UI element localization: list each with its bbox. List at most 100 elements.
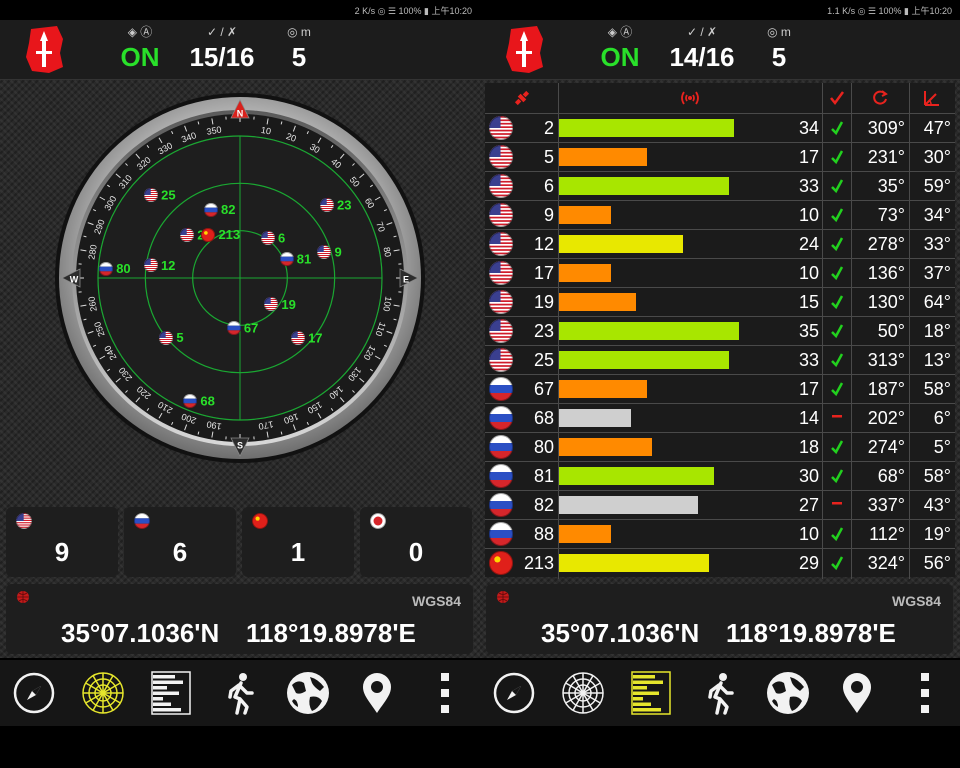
screen-bottom-edge (480, 726, 960, 768)
table-row[interactable]: 19 15 130° 64° (485, 287, 955, 316)
table-row[interactable]: 81 30 68° 58° (485, 461, 955, 490)
ru-flag-icon (489, 435, 513, 459)
elevation-value: 58° (923, 466, 951, 486)
satellite-label: 82 (221, 202, 235, 217)
ru-flag-icon (489, 522, 513, 546)
used-check-icon[interactable] (822, 83, 851, 113)
table-row[interactable]: 82 27 337° 43° (485, 490, 955, 519)
compass-icon[interactable] (490, 669, 538, 717)
satellite-count-value: 15/16 (189, 42, 255, 72)
table-row[interactable]: 80 18 274° 5° (485, 432, 955, 461)
elevation-value: 18° (923, 321, 951, 341)
app-logo-icon[interactable] (22, 23, 66, 75)
table-row[interactable]: 88 10 112° 19° (485, 519, 955, 548)
us-flag-icon (489, 290, 513, 314)
signal-strength-bar (559, 322, 739, 340)
table-row[interactable]: 2 34 309° 47° (485, 113, 955, 142)
satellite-marker[interactable]: 5 (159, 330, 184, 345)
used-check-icon (822, 259, 851, 287)
satellite-prn: 67 (533, 379, 554, 399)
ru-flag-icon (99, 261, 114, 276)
ru-flag-icon (183, 393, 198, 408)
satellite-prn: 25 (533, 350, 554, 370)
us-flag-icon (180, 228, 195, 243)
elevation-value: 59° (923, 176, 951, 196)
table-row[interactable]: 67 17 187° 58° (485, 374, 955, 403)
ru-flag-icon (134, 513, 150, 529)
azimuth-value: 231° (867, 147, 905, 167)
signal-strength-bar (559, 235, 683, 253)
table-row[interactable]: 68 14 202° 6° (485, 403, 955, 432)
compass-icon[interactable] (10, 669, 58, 717)
radar-view-icon[interactable] (559, 669, 607, 717)
us-flag-icon (320, 197, 335, 212)
used-check-icon (822, 317, 851, 345)
satellite-prn: 88 (533, 524, 554, 544)
signal-strength-bar (559, 409, 631, 427)
column-divider (851, 83, 852, 579)
coordinates-card[interactable]: WGS84 35°07.1036'N 118°19.8978'E (486, 584, 953, 654)
accuracy-value: 5 (771, 42, 787, 72)
beidou-count: 1 (290, 537, 306, 567)
app-logo-icon[interactable] (502, 23, 546, 75)
ru-flag-icon (489, 464, 513, 488)
longitude-value: 118°19.8978'E (726, 618, 896, 648)
degree-label: 80 (382, 246, 394, 258)
globe-icon[interactable] (764, 669, 812, 717)
table-row[interactable]: 6 33 35° 59° (485, 171, 955, 200)
table-row[interactable]: 9 10 73° 34° (485, 200, 955, 229)
azimuth-icon[interactable] (851, 83, 909, 113)
walk-icon[interactable] (696, 669, 744, 717)
elevation-value: 13° (923, 350, 951, 370)
coordinates-card[interactable]: WGS84 35°07.1036'N 118°19.8978'E (6, 584, 473, 654)
radar-view-icon[interactable] (79, 669, 127, 717)
sky-radar[interactable]: 1020304050607080100110120130140150160170… (48, 92, 432, 464)
accuracy-value: 5 (291, 42, 307, 72)
table-row[interactable]: 17 10 136° 37° (485, 258, 955, 287)
satellite-label: 19 (281, 297, 295, 312)
datum-label: WGS84 (891, 593, 941, 609)
degree-label: 10 (260, 125, 272, 137)
radar-screen: 2 K/s ◎ ☰ 100% ▮ 上午10:20 ◈ Ⓐ ON ✓ / ✗ 15… (0, 0, 480, 768)
location-pin-icon[interactable] (353, 669, 401, 717)
signal-bars-icon[interactable] (627, 669, 675, 717)
accuracy-icons: ◎ m (287, 25, 311, 39)
top-bar: ◈ Ⓐ ON ✓ / ✗ 14/16 ◎ m 5 (480, 20, 960, 80)
satellite-prn: 19 (533, 292, 554, 312)
satellite-icon[interactable] (485, 83, 558, 113)
signal-bars-icon[interactable] (147, 669, 195, 717)
satellite-marker[interactable]: 213 (201, 227, 240, 242)
satellite-marker[interactable]: 9 (317, 245, 342, 260)
table-row[interactable]: 25 33 313° 13° (485, 345, 955, 374)
used-check-icon (822, 201, 851, 229)
more-icon[interactable] (901, 669, 949, 717)
signal-snr: 14 (798, 408, 819, 428)
table-row[interactable]: 213 29 324° 56° (485, 548, 955, 577)
elevation-value: 34° (923, 205, 951, 225)
satellite-marker[interactable]: 6 (261, 230, 285, 245)
us-flag-icon (489, 261, 513, 285)
elevation-icon[interactable] (909, 83, 955, 113)
satellite-label: 81 (297, 252, 311, 267)
more-icon[interactable] (421, 669, 469, 717)
satellite-count-value: 14/16 (669, 42, 735, 72)
table-row[interactable]: 5 17 231° 30° (485, 142, 955, 171)
globe-icon[interactable] (284, 669, 332, 717)
signal-icon[interactable] (558, 83, 822, 113)
table-row[interactable]: 23 35 50° 18° (485, 316, 955, 345)
cn-flag-icon (201, 227, 216, 242)
elevation-value: 37° (923, 263, 951, 283)
globe-small-icon (17, 591, 29, 603)
satellite-label: 213 (218, 227, 240, 242)
table-row[interactable]: 12 24 278° 33° (485, 229, 955, 258)
signal-strength-bar (559, 496, 698, 514)
azimuth-value: 278° (867, 234, 905, 254)
satellite-label: 80 (116, 261, 130, 276)
satellite-prn: 213 (523, 553, 554, 573)
used-check-icon (822, 520, 851, 548)
signal-snr: 33 (798, 176, 819, 196)
signal-snr: 24 (798, 234, 819, 254)
walk-icon[interactable] (216, 669, 264, 717)
qzss-count: 0 (408, 537, 424, 567)
location-pin-icon[interactable] (833, 669, 881, 717)
